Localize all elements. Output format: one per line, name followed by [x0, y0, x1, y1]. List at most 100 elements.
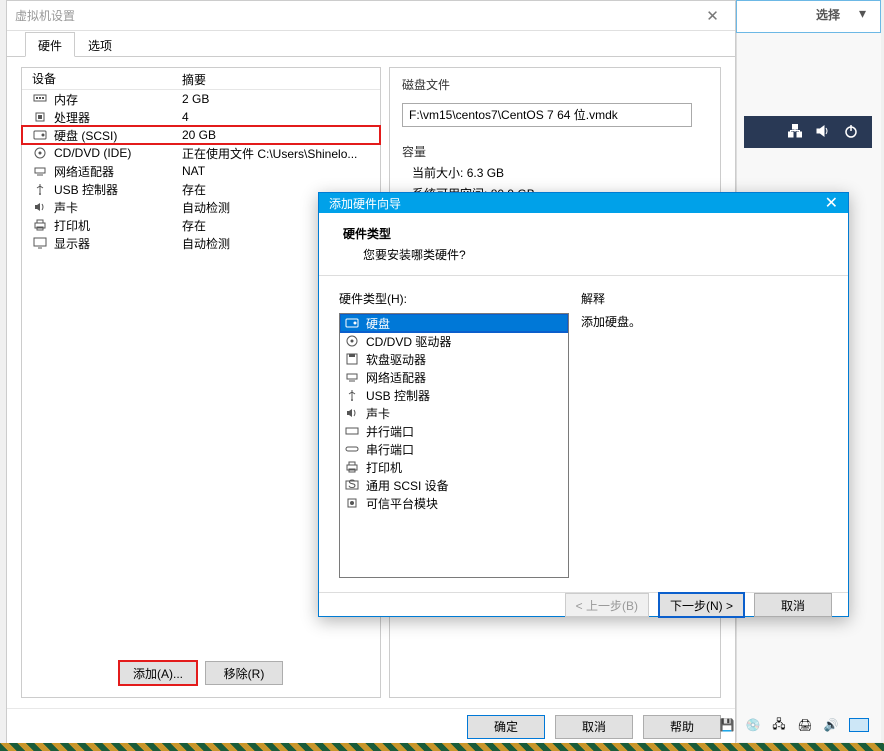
- back-button: < 上一步(B): [565, 593, 649, 617]
- close-icon[interactable]: ✕: [690, 1, 735, 30]
- ground-pattern: [0, 743, 884, 751]
- device-cd-icon[interactable]: 💿: [745, 717, 761, 733]
- hw-device-name: 硬盘 (SCSI): [54, 127, 117, 144]
- wizard-item-label: 打印机: [366, 459, 402, 476]
- tabs: 硬件 选项: [7, 31, 735, 57]
- cd-icon: [32, 146, 48, 160]
- scsi-icon: S: [344, 478, 360, 492]
- hw-device-name: USB 控制器: [54, 181, 118, 198]
- hw-device-name: 网络适配器: [54, 163, 114, 180]
- hw-device-name: 处理器: [54, 109, 90, 126]
- hw-row-cd[interactable]: CD/DVD (IDE)正在使用文件 C:\Users\Shinelo...: [22, 144, 380, 162]
- wizard-title: 添加硬件向导: [329, 195, 401, 212]
- hw-type-label: 硬件类型(H):: [339, 290, 569, 307]
- cpu-icon: [32, 110, 48, 124]
- usb-icon: [344, 388, 360, 402]
- tab-hardware[interactable]: 硬件: [25, 32, 75, 57]
- wizard-item-disk[interactable]: 硬盘: [340, 314, 568, 332]
- printer-icon: [32, 218, 48, 232]
- hw-device-summary: NAT: [182, 164, 370, 178]
- col-device-header: 设备: [22, 68, 172, 89]
- add-button[interactable]: 添加(A)...: [119, 661, 197, 685]
- settings-footer: 确定 取消 帮助: [7, 708, 735, 744]
- wizard-item-label: 通用 SCSI 设备: [366, 477, 449, 494]
- explain-text: 添加硬盘。: [581, 313, 828, 330]
- wizard-item-network[interactable]: 网络适配器: [340, 368, 568, 386]
- hw-row-network[interactable]: 网络适配器 NAT: [22, 162, 380, 180]
- wizard-item-floppy[interactable]: 软盘驱动器: [340, 350, 568, 368]
- hardware-type-list[interactable]: 硬盘CD/DVD 驱动器软盘驱动器网络适配器USB 控制器声卡并行端口串行端口打…: [339, 313, 569, 578]
- current-size-label: 当前大小:: [412, 166, 463, 180]
- device-disk-icon[interactable]: 💾: [719, 717, 735, 733]
- printer-icon: [344, 460, 360, 474]
- settings-title: 虚拟机设置: [15, 7, 75, 24]
- wizard-item-tpm[interactable]: 可信平台模块: [340, 494, 568, 512]
- wizard-item-sound[interactable]: 声卡: [340, 404, 568, 422]
- disk-file-label: 磁盘文件: [402, 76, 708, 93]
- hw-device-name: 打印机: [54, 217, 90, 234]
- top-label: 选择: [816, 6, 840, 23]
- hw-row-memory[interactable]: 内存 2 GB: [22, 90, 380, 108]
- add-hardware-wizard: 添加硬件向导 ✕ 硬件类型 您要安装哪类硬件? 硬件类型(H): 硬盘CD/DV…: [318, 192, 849, 617]
- wizard-item-label: 声卡: [366, 405, 390, 422]
- wizard-header-question: 您要安装哪类硬件?: [363, 242, 824, 263]
- hw-device-name: 内存: [54, 91, 78, 108]
- wizard-item-label: USB 控制器: [366, 387, 430, 404]
- tab-options-label: 选项: [88, 39, 112, 53]
- device-sound-icon[interactable]: 🔊: [823, 717, 839, 733]
- cancel-button[interactable]: 取消: [555, 715, 633, 739]
- wizard-close-icon[interactable]: ✕: [825, 193, 838, 213]
- tpm-icon: [344, 496, 360, 510]
- col-summary-header: 摘要: [172, 68, 380, 89]
- wizard-header: 硬件类型 您要安装哪类硬件?: [319, 213, 848, 276]
- settings-titlebar: 虚拟机设置 ✕: [7, 1, 735, 31]
- display-icon: [32, 236, 48, 250]
- wizard-item-usb[interactable]: USB 控制器: [340, 386, 568, 404]
- wizard-item-label: 可信平台模块: [366, 495, 438, 512]
- wizard-item-label: 并行端口: [366, 423, 414, 440]
- device-display-icon[interactable]: [849, 718, 869, 732]
- power-icon[interactable]: [844, 124, 858, 141]
- hw-row-disk[interactable]: 硬盘 (SCSI)20 GB: [22, 126, 380, 144]
- wizard-item-label: CD/DVD 驱动器: [366, 333, 451, 350]
- wizard-item-parallel[interactable]: 并行端口: [340, 422, 568, 440]
- wizard-footer: < 上一步(B) 下一步(N) > 取消: [319, 592, 848, 617]
- hw-device-summary: 2 GB: [182, 92, 370, 106]
- remote-toolbar: [744, 116, 872, 148]
- parallel-icon: [344, 424, 360, 438]
- memory-icon: [32, 92, 48, 106]
- wizard-body: 硬件类型(H): 硬盘CD/DVD 驱动器软盘驱动器网络适配器USB 控制器声卡…: [319, 276, 848, 592]
- next-button[interactable]: 下一步(N) >: [659, 593, 744, 617]
- help-button[interactable]: 帮助: [643, 715, 721, 739]
- tab-options[interactable]: 选项: [75, 32, 125, 57]
- wizard-item-label: 软盘驱动器: [366, 351, 426, 368]
- tab-hardware-label: 硬件: [38, 39, 62, 53]
- remove-button[interactable]: 移除(R): [205, 661, 283, 685]
- wizard-item-printer[interactable]: 打印机: [340, 458, 568, 476]
- network-icon: [32, 164, 48, 178]
- hw-device-name: CD/DVD (IDE): [54, 146, 131, 160]
- disk-icon: [344, 316, 360, 330]
- sound-icon: [344, 406, 360, 420]
- hw-device-summary: 4: [182, 110, 370, 124]
- disk-icon: [32, 128, 48, 142]
- device-net-icon[interactable]: 🖧: [771, 717, 787, 733]
- wizard-titlebar: 添加硬件向导 ✕: [319, 193, 848, 213]
- wizard-cancel-button[interactable]: 取消: [754, 593, 832, 617]
- hw-row-cpu[interactable]: 处理器 4: [22, 108, 380, 126]
- hw-device-name: 显示器: [54, 235, 90, 252]
- bottom-statusbar: 💾 💿 🖧 🖨 🔊: [719, 717, 869, 733]
- top-dropdown-icon[interactable]: ▾: [859, 5, 866, 22]
- ok-button[interactable]: 确定: [467, 715, 545, 739]
- wizard-item-serial[interactable]: 串行端口: [340, 440, 568, 458]
- volume-icon[interactable]: [816, 124, 830, 141]
- explain-label: 解释: [581, 290, 828, 307]
- wizard-item-cd[interactable]: CD/DVD 驱动器: [340, 332, 568, 350]
- sound-icon: [32, 200, 48, 214]
- device-printer-icon[interactable]: 🖨: [797, 717, 813, 733]
- disk-file-path[interactable]: F:\vm15\centos7\CentOS 7 64 位.vmdk: [402, 103, 692, 127]
- network-status-icon[interactable]: [788, 124, 802, 141]
- hardware-table-header: 设备 摘要: [22, 68, 380, 90]
- wizard-header-title: 硬件类型: [343, 225, 824, 242]
- wizard-item-scsi[interactable]: S 通用 SCSI 设备: [340, 476, 568, 494]
